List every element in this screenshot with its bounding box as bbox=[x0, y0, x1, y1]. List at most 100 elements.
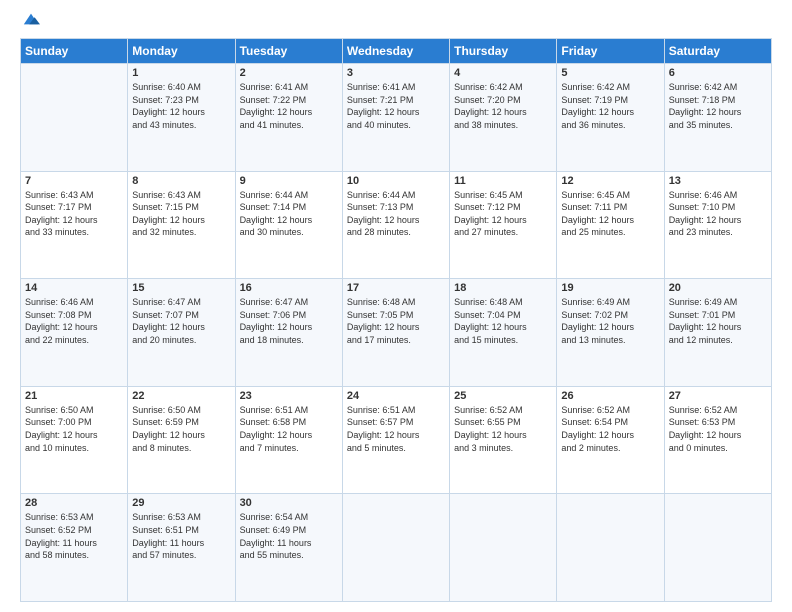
day-info: Sunrise: 6:49 AMSunset: 7:01 PMDaylight:… bbox=[669, 296, 767, 346]
day-number: 30 bbox=[240, 497, 338, 509]
day-info: Sunrise: 6:44 AMSunset: 7:13 PMDaylight:… bbox=[347, 189, 445, 239]
calendar-cell: 14 Sunrise: 6:46 AMSunset: 7:08 PMDayligh… bbox=[21, 279, 128, 387]
day-number: 20 bbox=[669, 282, 767, 294]
calendar-cell: 23 Sunrise: 6:51 AMSunset: 6:58 PMDayligh… bbox=[235, 386, 342, 494]
calendar-cell bbox=[21, 64, 128, 172]
calendar-cell bbox=[557, 494, 664, 602]
calendar: SundayMondayTuesdayWednesdayThursdayFrid… bbox=[20, 38, 772, 602]
calendar-cell: 13 Sunrise: 6:46 AMSunset: 7:10 PMDayligh… bbox=[664, 171, 771, 279]
week-row-1: 1 Sunrise: 6:40 AMSunset: 7:23 PMDaylight… bbox=[21, 64, 772, 172]
calendar-cell bbox=[450, 494, 557, 602]
calendar-cell: 30 Sunrise: 6:54 AMSunset: 6:49 PMDayligh… bbox=[235, 494, 342, 602]
logo bbox=[20, 18, 40, 28]
calendar-cell: 5 Sunrise: 6:42 AMSunset: 7:19 PMDaylight… bbox=[557, 64, 664, 172]
day-info: Sunrise: 6:52 AMSunset: 6:53 PMDaylight:… bbox=[669, 404, 767, 454]
day-info: Sunrise: 6:44 AMSunset: 7:14 PMDaylight:… bbox=[240, 189, 338, 239]
logo-icon bbox=[22, 10, 40, 28]
calendar-cell: 27 Sunrise: 6:52 AMSunset: 6:53 PMDayligh… bbox=[664, 386, 771, 494]
calendar-cell: 8Sunrise: 6:43 AMSunset: 7:15 PMDaylight… bbox=[128, 171, 235, 279]
calendar-cell: 2 Sunrise: 6:41 AMSunset: 7:22 PMDaylight… bbox=[235, 64, 342, 172]
day-number: 18 bbox=[454, 282, 552, 294]
day-info: Sunrise: 6:45 AMSunset: 7:12 PMDaylight:… bbox=[454, 189, 552, 239]
day-number: 24 bbox=[347, 390, 445, 402]
day-number: 17 bbox=[347, 282, 445, 294]
day-number: 6 bbox=[669, 67, 767, 79]
day-info: Sunrise: 6:49 AMSunset: 7:02 PMDaylight:… bbox=[561, 296, 659, 346]
day-number: 12 bbox=[561, 175, 659, 187]
day-number: 7 bbox=[25, 175, 123, 187]
weekday-header-thursday: Thursday bbox=[450, 39, 557, 64]
calendar-cell: 15 Sunrise: 6:47 AMSunset: 7:07 PMDayligh… bbox=[128, 279, 235, 387]
calendar-cell: 9 Sunrise: 6:44 AMSunset: 7:14 PMDaylight… bbox=[235, 171, 342, 279]
weekday-header-tuesday: Tuesday bbox=[235, 39, 342, 64]
day-info: Sunrise: 6:47 AMSunset: 7:07 PMDaylight:… bbox=[132, 296, 230, 346]
day-info: Sunrise: 6:52 AMSunset: 6:54 PMDaylight:… bbox=[561, 404, 659, 454]
calendar-cell bbox=[664, 494, 771, 602]
day-info: Sunrise: 6:40 AMSunset: 7:23 PMDaylight:… bbox=[132, 81, 230, 131]
day-number: 19 bbox=[561, 282, 659, 294]
day-number: 21 bbox=[25, 390, 123, 402]
page: SundayMondayTuesdayWednesdayThursdayFrid… bbox=[0, 0, 792, 612]
day-number: 27 bbox=[669, 390, 767, 402]
day-info: Sunrise: 6:48 AMSunset: 7:05 PMDaylight:… bbox=[347, 296, 445, 346]
day-info: Sunrise: 6:47 AMSunset: 7:06 PMDaylight:… bbox=[240, 296, 338, 346]
calendar-cell: 18 Sunrise: 6:48 AMSunset: 7:04 PMDayligh… bbox=[450, 279, 557, 387]
calendar-cell: 17 Sunrise: 6:48 AMSunset: 7:05 PMDayligh… bbox=[342, 279, 449, 387]
calendar-cell: 16 Sunrise: 6:47 AMSunset: 7:06 PMDayligh… bbox=[235, 279, 342, 387]
calendar-cell: 10 Sunrise: 6:44 AMSunset: 7:13 PMDayligh… bbox=[342, 171, 449, 279]
day-info: Sunrise: 6:53 AMSunset: 6:52 PMDaylight:… bbox=[25, 511, 123, 561]
day-info: Sunrise: 6:50 AMSunset: 7:00 PMDaylight:… bbox=[25, 404, 123, 454]
calendar-cell: 21 Sunrise: 6:50 AMSunset: 7:00 PMDayligh… bbox=[21, 386, 128, 494]
weekday-header-saturday: Saturday bbox=[664, 39, 771, 64]
day-info: Sunrise: 6:41 AMSunset: 7:22 PMDaylight:… bbox=[240, 81, 338, 131]
weekday-header-monday: Monday bbox=[128, 39, 235, 64]
day-info: Sunrise: 6:42 AMSunset: 7:20 PMDaylight:… bbox=[454, 81, 552, 131]
day-info: Sunrise: 6:46 AMSunset: 7:08 PMDaylight:… bbox=[25, 296, 123, 346]
day-number: 15 bbox=[132, 282, 230, 294]
day-info: Sunrise: 6:54 AMSunset: 6:49 PMDaylight:… bbox=[240, 511, 338, 561]
weekday-header-row: SundayMondayTuesdayWednesdayThursdayFrid… bbox=[21, 39, 772, 64]
day-number: 16 bbox=[240, 282, 338, 294]
day-number: 2 bbox=[240, 67, 338, 79]
day-number: 3 bbox=[347, 67, 445, 79]
calendar-cell bbox=[342, 494, 449, 602]
day-info: Sunrise: 6:50 AMSunset: 6:59 PMDaylight:… bbox=[132, 404, 230, 454]
header bbox=[20, 18, 772, 28]
day-number: 28 bbox=[25, 497, 123, 509]
calendar-cell: 19 Sunrise: 6:49 AMSunset: 7:02 PMDayligh… bbox=[557, 279, 664, 387]
day-number: 23 bbox=[240, 390, 338, 402]
day-number: 1 bbox=[132, 67, 230, 79]
calendar-cell: 28 Sunrise: 6:53 AMSunset: 6:52 PMDayligh… bbox=[21, 494, 128, 602]
calendar-cell: 4 Sunrise: 6:42 AMSunset: 7:20 PMDaylight… bbox=[450, 64, 557, 172]
day-number: 4 bbox=[454, 67, 552, 79]
week-row-3: 14 Sunrise: 6:46 AMSunset: 7:08 PMDayligh… bbox=[21, 279, 772, 387]
day-info: Sunrise: 6:46 AMSunset: 7:10 PMDaylight:… bbox=[669, 189, 767, 239]
calendar-cell: 7 Sunrise: 6:43 AMSunset: 7:17 PMDaylight… bbox=[21, 171, 128, 279]
calendar-cell: 11Sunrise: 6:45 AMSunset: 7:12 PMDayligh… bbox=[450, 171, 557, 279]
calendar-cell: 22 Sunrise: 6:50 AMSunset: 6:59 PMDayligh… bbox=[128, 386, 235, 494]
day-number: 22 bbox=[132, 390, 230, 402]
calendar-cell: 1 Sunrise: 6:40 AMSunset: 7:23 PMDaylight… bbox=[128, 64, 235, 172]
day-info: Sunrise: 6:43 AMSunset: 7:15 PMDaylight:… bbox=[132, 189, 230, 239]
day-info: Sunrise: 6:51 AMSunset: 6:58 PMDaylight:… bbox=[240, 404, 338, 454]
day-info: Sunrise: 6:43 AMSunset: 7:17 PMDaylight:… bbox=[25, 189, 123, 239]
day-info: Sunrise: 6:51 AMSunset: 6:57 PMDaylight:… bbox=[347, 404, 445, 454]
day-info: Sunrise: 6:53 AMSunset: 6:51 PMDaylight:… bbox=[132, 511, 230, 561]
calendar-cell: 12 Sunrise: 6:45 AMSunset: 7:11 PMDayligh… bbox=[557, 171, 664, 279]
day-info: Sunrise: 6:42 AMSunset: 7:19 PMDaylight:… bbox=[561, 81, 659, 131]
day-info: Sunrise: 6:42 AMSunset: 7:18 PMDaylight:… bbox=[669, 81, 767, 131]
day-info: Sunrise: 6:45 AMSunset: 7:11 PMDaylight:… bbox=[561, 189, 659, 239]
day-number: 13 bbox=[669, 175, 767, 187]
day-info: Sunrise: 6:48 AMSunset: 7:04 PMDaylight:… bbox=[454, 296, 552, 346]
calendar-cell: 3Sunrise: 6:41 AMSunset: 7:21 PMDaylight… bbox=[342, 64, 449, 172]
calendar-cell: 20 Sunrise: 6:49 AMSunset: 7:01 PMDayligh… bbox=[664, 279, 771, 387]
calendar-cell: 29Sunrise: 6:53 AMSunset: 6:51 PMDayligh… bbox=[128, 494, 235, 602]
week-row-2: 7 Sunrise: 6:43 AMSunset: 7:17 PMDaylight… bbox=[21, 171, 772, 279]
weekday-header-friday: Friday bbox=[557, 39, 664, 64]
day-number: 14 bbox=[25, 282, 123, 294]
day-number: 9 bbox=[240, 175, 338, 187]
day-number: 10 bbox=[347, 175, 445, 187]
weekday-header-sunday: Sunday bbox=[21, 39, 128, 64]
week-row-5: 28 Sunrise: 6:53 AMSunset: 6:52 PMDayligh… bbox=[21, 494, 772, 602]
day-number: 5 bbox=[561, 67, 659, 79]
